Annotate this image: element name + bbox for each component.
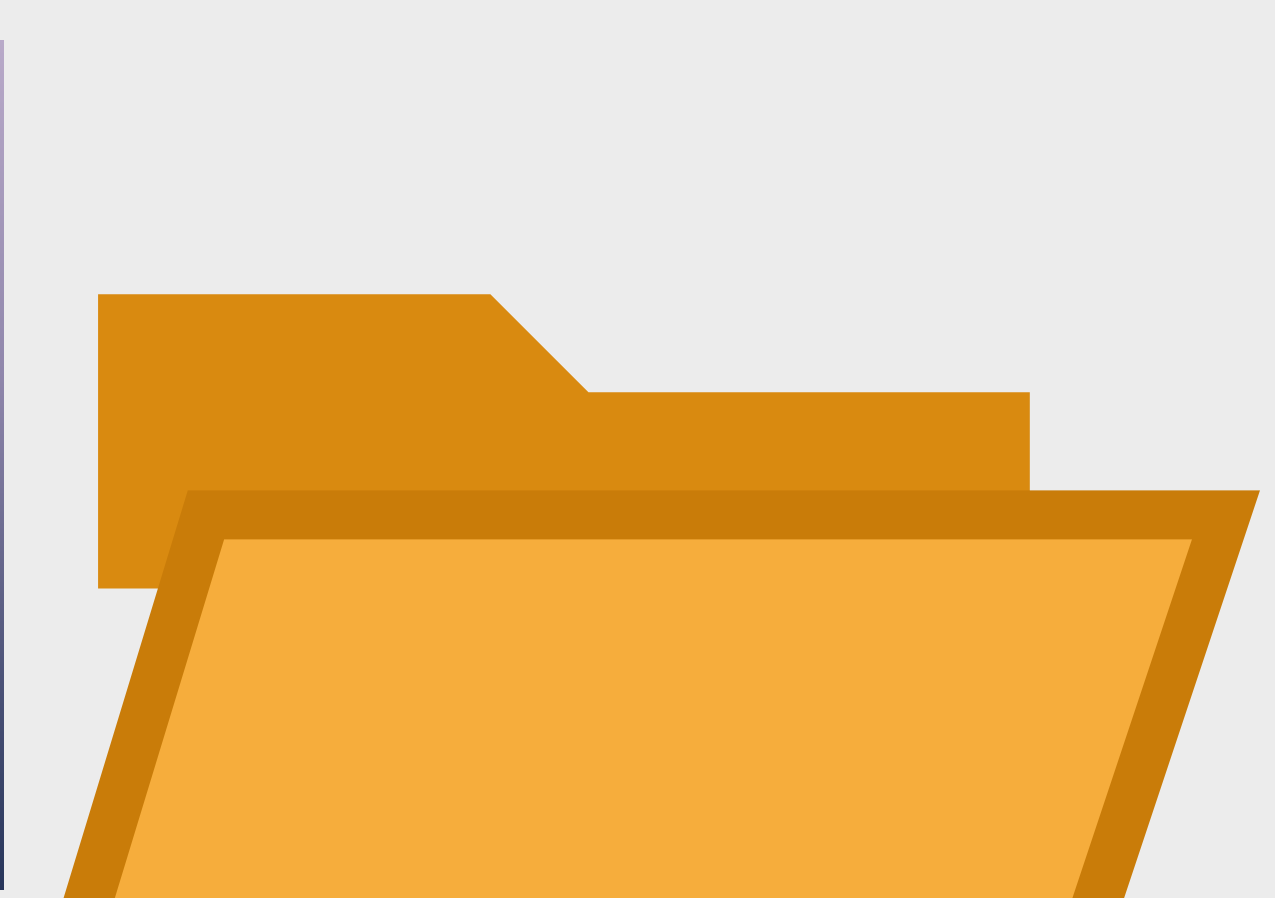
main-toolbar — [0, 0, 1275, 898]
desktop-wallpaper-left — [0, 40, 4, 890]
open-file-icon — [0, 0, 1275, 898]
open-file-button[interactable] — [0, 0, 1275, 898]
application-window: Control Panel NetworkStyleSelectMCDS Opt… — [0, 0, 1275, 898]
desktop-wallpaper-bottom — [0, 890, 1275, 898]
